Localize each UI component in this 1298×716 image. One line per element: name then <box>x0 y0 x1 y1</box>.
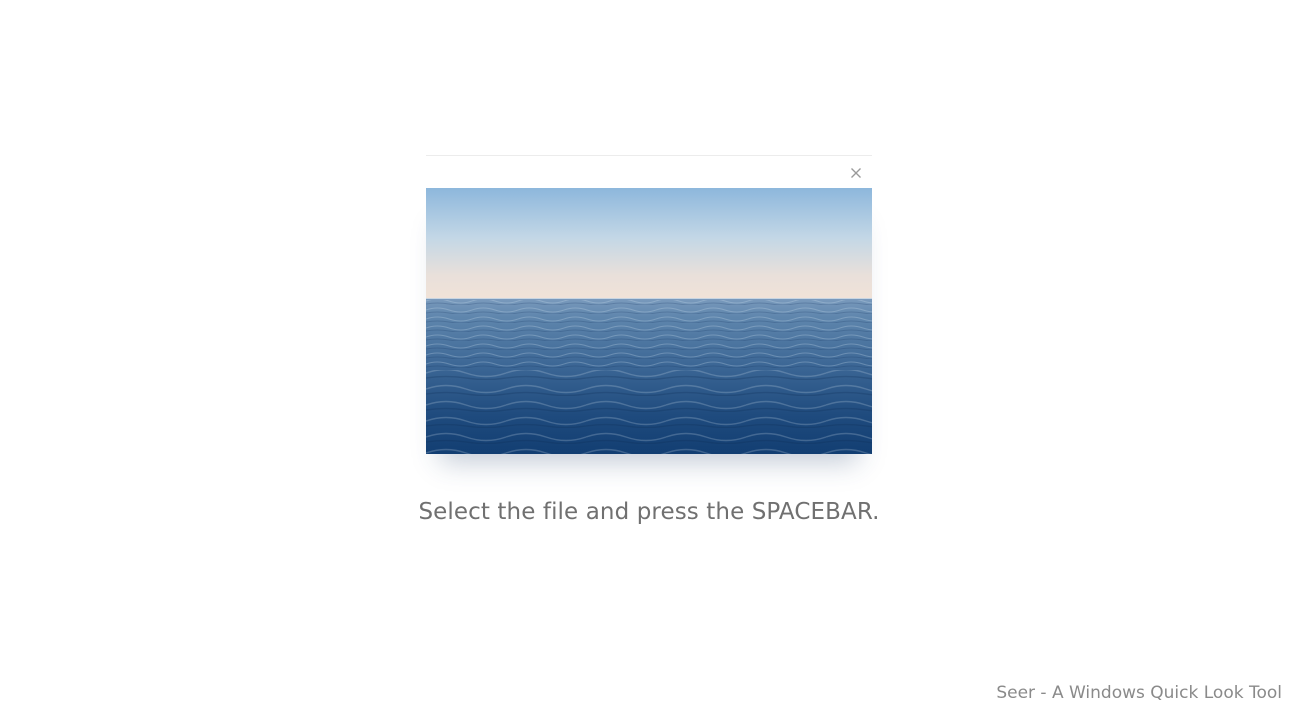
app-tagline: Seer - A Windows Quick Look Tool <box>996 683 1282 703</box>
preview-titlebar <box>426 155 872 189</box>
close-icon[interactable] <box>848 165 864 181</box>
seer-window: Select the file and press the SPACEBAR. … <box>0 0 1298 716</box>
preview-card <box>426 155 872 454</box>
ocean-horizon-image <box>426 188 872 454</box>
instruction-text: Select the file and press the SPACEBAR. <box>418 499 880 525</box>
